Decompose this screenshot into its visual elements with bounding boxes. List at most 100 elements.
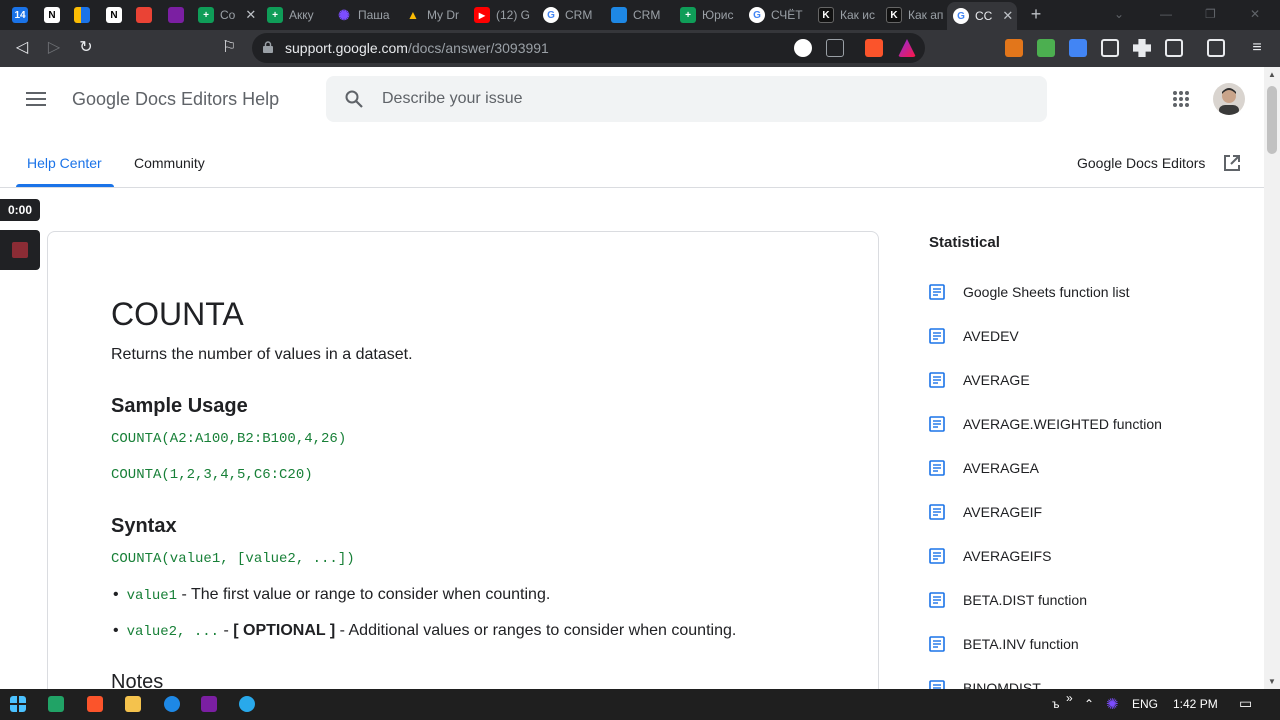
browser-taskbar-icon[interactable] — [164, 696, 180, 712]
k-icon: K — [886, 7, 902, 23]
back-icon[interactable]: ◁ — [13, 39, 31, 57]
tab-k[interactable]: K Как ис — [818, 3, 876, 27]
file-explorer-icon[interactable] — [125, 696, 141, 712]
tab-drive[interactable]: ▲ My Dr — [405, 3, 463, 27]
telegram-icon[interactable] — [239, 696, 255, 712]
tab-gear[interactable]: ✺ Паша — [336, 3, 394, 27]
stop-icon — [12, 242, 28, 258]
sidebar-item[interactable]: BETA.INV function — [929, 633, 1079, 655]
scrollbar-thumb[interactable] — [1267, 86, 1277, 154]
tab-google-2[interactable]: G СЧЁТ — [749, 3, 807, 27]
open-in-new-icon[interactable] — [1222, 153, 1242, 173]
tab-sheets-2[interactable]: + Акку — [267, 3, 325, 27]
google-lens-icon[interactable] — [794, 39, 812, 57]
restore-icon[interactable]: ❐ — [1205, 7, 1216, 21]
google-apps-icon[interactable] — [1173, 91, 1190, 108]
share-icon[interactable] — [826, 39, 844, 57]
qr-icon[interactable] — [1101, 39, 1119, 57]
sidebar-item[interactable]: Google Sheets function list — [929, 281, 1130, 303]
tray-icon[interactable]: ъ — [1052, 697, 1060, 711]
active-tab-indicator — [16, 184, 114, 187]
gear-icon[interactable]: ✺ — [1106, 695, 1119, 713]
google-icon: G — [749, 7, 765, 23]
sidebar-item-label: BETA.INV function — [963, 636, 1079, 652]
menu-icon[interactable]: ≡ — [1248, 39, 1266, 57]
forward-icon[interactable]: ▷ — [45, 39, 63, 57]
notification-icon[interactable]: ▭ — [1239, 695, 1252, 712]
scroll-up-icon[interactable]: ▲ — [1266, 70, 1278, 80]
sheets-taskbar-icon[interactable] — [48, 696, 64, 712]
sidebar-item-label: AVEDEV — [963, 328, 1019, 344]
hamburger-icon[interactable] — [26, 92, 46, 106]
lock-icon — [263, 41, 273, 53]
k-icon: K — [818, 7, 834, 23]
close-tab-icon[interactable]: ✕ — [245, 7, 256, 23]
param-item: • value2, ... - [ OPTIONAL ] - Additional… — [113, 622, 737, 640]
sidebar-item[interactable]: AVERAGEIF — [929, 501, 1042, 523]
windows-start-icon[interactable] — [10, 696, 26, 712]
article-icon — [929, 328, 945, 344]
tab-calendar[interactable]: 14 — [12, 3, 28, 27]
avatar[interactable] — [1213, 83, 1245, 115]
bookmark-icon[interactable]: ⚐ — [220, 39, 238, 57]
tab-google-play[interactable] — [74, 3, 90, 27]
product-title[interactable]: Google Docs Editors Help — [72, 89, 279, 110]
tray-overflow-icon[interactable]: » — [1066, 691, 1073, 705]
tab-k-2[interactable]: K Как ап — [886, 3, 944, 27]
tab-crm[interactable]: CRM — [611, 3, 669, 27]
calendar-icon: 14 — [12, 7, 28, 23]
clock[interactable]: 1:42 PM — [1173, 697, 1218, 711]
article-icon — [929, 284, 945, 300]
metamask-icon[interactable] — [1005, 39, 1023, 57]
close-window-icon[interactable]: ✕ — [1250, 7, 1260, 21]
minimize-icon[interactable]: — — [1160, 7, 1172, 21]
sidebar-item-label: AVERAGEIF — [963, 504, 1043, 520]
url-text[interactable]: support.google.com/docs/answer/3093991 — [285, 40, 549, 56]
translate-icon[interactable] — [1069, 39, 1087, 57]
google-play-icon — [74, 7, 90, 23]
tab-youtube[interactable]: ▶ (12) G — [474, 3, 532, 27]
tab-notion-2[interactable]: N — [106, 3, 122, 27]
scrollbar[interactable] — [1264, 67, 1280, 689]
tab-help-center[interactable]: Help Center — [27, 155, 102, 171]
sidebar-item[interactable]: AVERAGE.WEIGHTED function — [929, 413, 1162, 435]
brave-taskbar-icon[interactable] — [87, 696, 103, 712]
tab-app-2[interactable] — [168, 3, 184, 27]
chevron-up-icon[interactable]: ⌃ — [1084, 697, 1094, 711]
tab-sheets-3[interactable]: + Юрис — [680, 3, 738, 27]
tab-community[interactable]: Community — [134, 155, 205, 171]
avatar-face-icon — [1219, 88, 1239, 115]
scroll-down-icon[interactable]: ▼ — [1266, 677, 1278, 687]
close-tab-icon[interactable]: ✕ — [1002, 8, 1013, 24]
brave-shield-icon[interactable] — [865, 39, 883, 57]
sidebar-item[interactable]: AVERAGEA — [929, 457, 1039, 479]
new-tab-icon[interactable]: + — [1027, 5, 1045, 23]
optional-tag: [ OPTIONAL ] — [233, 622, 336, 639]
stop-recording-button[interactable] — [0, 230, 40, 270]
sidebar-item[interactable]: AVEDEV — [929, 325, 1019, 347]
tab-active[interactable]: G СС ✕ — [947, 2, 1017, 30]
language-indicator[interactable]: ENG — [1132, 697, 1158, 711]
tab-sheets[interactable]: + Со ✕ — [198, 3, 258, 27]
download-icon[interactable] — [1037, 39, 1055, 57]
search-input[interactable] — [382, 86, 1022, 112]
product-link[interactable]: Google Docs Editors — [1077, 155, 1205, 171]
youtube-icon: ▶ — [474, 7, 490, 23]
tab-notion[interactable]: N — [44, 3, 60, 27]
sidebar-item[interactable]: AVERAGEIFS — [929, 545, 1051, 567]
app-taskbar-icon[interactable] — [201, 696, 217, 712]
sidebar-icon[interactable] — [1165, 39, 1183, 57]
syntax-code: COUNTA(value1, [value2, ...]) — [111, 551, 355, 567]
article-icon — [929, 372, 945, 388]
sidebar-item[interactable]: AVERAGE — [929, 369, 1030, 391]
chevron-down-icon[interactable]: ⌄ — [1114, 7, 1124, 21]
search-icon[interactable] — [345, 90, 363, 108]
tab-app[interactable] — [136, 3, 152, 27]
tab-google[interactable]: G CRM — [543, 3, 601, 27]
drive-icon: ▲ — [407, 8, 419, 22]
reload-icon[interactable]: ↻ — [77, 39, 95, 57]
wallet-icon[interactable] — [1207, 39, 1225, 57]
sidebar-title: Statistical — [929, 234, 1000, 251]
sidebar-item[interactable]: BETA.DIST function — [929, 589, 1087, 611]
sidebar-item-label: BETA.DIST function — [963, 592, 1087, 608]
